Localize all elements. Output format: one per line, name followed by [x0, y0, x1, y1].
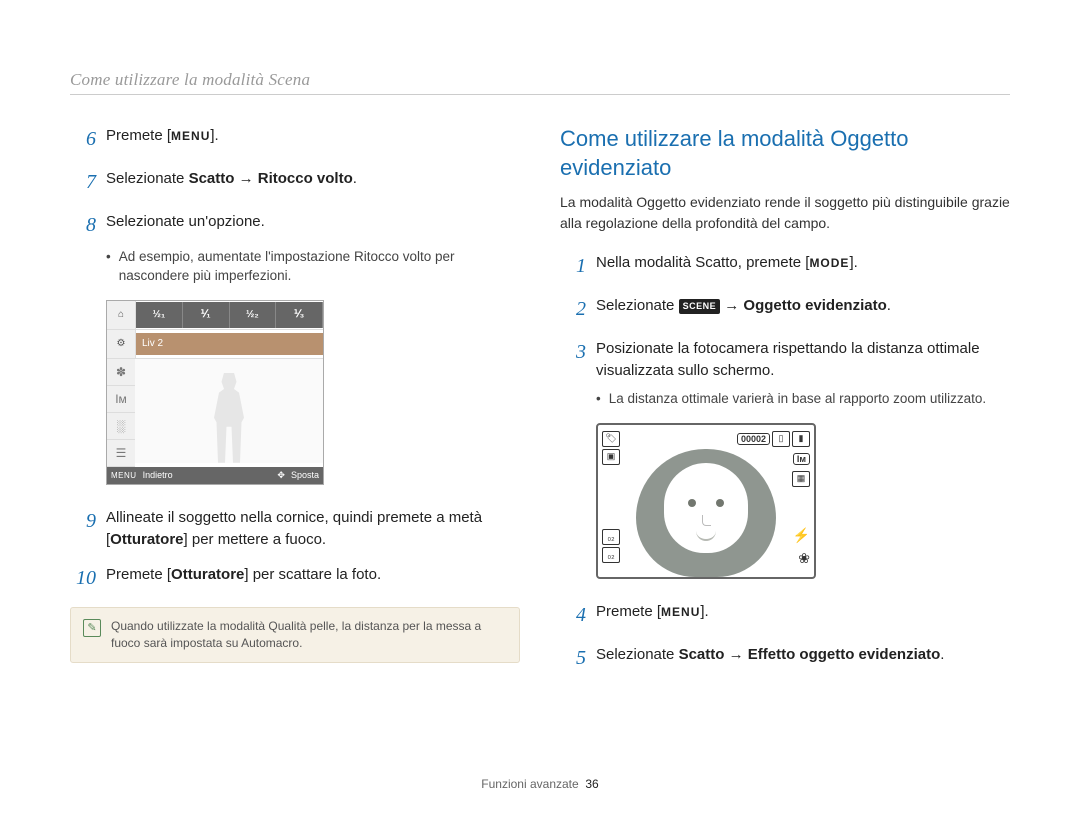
step-number: 4 [560, 601, 586, 630]
menu-icon: MENU [111, 471, 137, 480]
step-number: 6 [70, 125, 96, 154]
step-text: Nella modalità Scatto, premete [ [596, 254, 809, 271]
step-text: Premete [ [596, 603, 661, 620]
step-text: ] per mettere a fuoco. [184, 531, 327, 548]
step-7: 7 Selezionate Scatto → Ritocco volto. [70, 168, 520, 197]
side-icon: ✽ [107, 359, 135, 386]
flash-icon: ⚡ [793, 527, 810, 544]
sub-bullet: Ad esempio, aumentate l'impostazione Rit… [106, 248, 520, 286]
step-text: . [887, 297, 891, 314]
osd-icon: ₀₂ [602, 529, 620, 545]
preview-canvas [135, 359, 323, 463]
step-text: . [353, 170, 357, 187]
step-text: ] per scattare la foto. [244, 566, 381, 583]
bold-text: Effetto oggetto evidenziato [748, 646, 941, 663]
bold-text: Otturatore [171, 566, 244, 583]
side-icon: ⚙ [107, 330, 136, 358]
note-icon: ✎ [83, 619, 101, 637]
camera-ui-screenshot-retouch: ⌂ ½₁ ⅟₁ ½₂ ⅟₃ ⚙ Liv 2 ✽ Iм [106, 300, 324, 485]
step-1: 1 Nella modalità Scatto, premete [MODE]. [560, 252, 1010, 281]
osd-icon: ₀₂ [602, 547, 620, 563]
step-text: Premete [ [106, 127, 171, 144]
camera-ui-screenshot-highlight: 🏷 ▣ ₀₂ ₀₂ 00002 ▯ ▮ Iм ▦ [596, 423, 816, 579]
macro-icon: ❀ [798, 550, 810, 567]
mode-label: MODE [809, 256, 849, 270]
step-text: Posizionate la fotocamera rispettando la… [596, 338, 1010, 382]
battery-icon: ▮ [792, 431, 810, 447]
menu-label: MENU [171, 129, 210, 143]
osd-icon: ▣ [602, 449, 620, 465]
arrow: → [724, 646, 747, 663]
level-indicator: Liv 2 [136, 333, 323, 355]
person-silhouette-icon [204, 373, 254, 463]
step-number: 9 [70, 507, 96, 536]
grid-icon: ▦ [792, 471, 810, 487]
back-label: Indietro [143, 470, 173, 480]
step-6: 6 Premete [MENU]. [70, 125, 520, 154]
step-number: 8 [70, 211, 96, 240]
step-number: 1 [560, 252, 586, 281]
level-tab: ⅟₃ [276, 302, 323, 328]
left-column: 6 Premete [MENU]. 7 Selezionate Scatto →… [70, 125, 520, 687]
step-text: Selezionate [596, 646, 679, 663]
step-number: 2 [560, 295, 586, 324]
arrow: → [234, 170, 257, 187]
bold-text: Scatto [189, 170, 235, 187]
scene-chip-icon: SCENE [679, 299, 721, 314]
footer-label: Funzioni avanzate [481, 777, 578, 791]
side-icon: ☰ [107, 440, 135, 467]
sub-bullet: La distanza ottimale varierà in base al … [596, 390, 1010, 409]
section-header: Come utilizzare la modalità Scena [70, 70, 1010, 95]
step-8: 8 Selezionate un'opzione. [70, 211, 520, 240]
portrait-illustration [636, 449, 776, 577]
step-number: 5 [560, 644, 586, 673]
bold-text: Oggetto evidenziato [743, 297, 886, 314]
counter-osd: 00002 [737, 433, 770, 445]
bold-text: Ritocco volto [258, 170, 353, 187]
page-footer: Funzioni avanzate 36 [0, 777, 1080, 791]
bold-text: Otturatore [110, 531, 183, 548]
step-9: 9 Allineate il soggetto nella cornice, q… [70, 507, 520, 551]
quality-osd: Iм [793, 453, 810, 465]
step-text: ]. [849, 254, 857, 271]
sd-card-icon: ▯ [772, 431, 790, 447]
nav-icon: ✥ [277, 470, 285, 481]
level-tab: ½₂ [230, 302, 277, 328]
ui-footer: MENU Indietro ✥ Sposta [107, 467, 323, 484]
step-text: Selezionate un'opzione. [106, 211, 520, 233]
side-icon: ░ [107, 413, 135, 440]
step-number: 10 [70, 564, 96, 593]
right-column: Come utilizzare la modalità Oggetto evid… [560, 125, 1010, 687]
page-number: 36 [585, 777, 598, 791]
side-icon: Iм [107, 386, 135, 413]
step-2: 2 Selezionate SCENE → Oggetto evidenziat… [560, 295, 1010, 324]
step-3: 3 Posizionate la fotocamera rispettando … [560, 338, 1010, 382]
step-4: 4 Premete [MENU]. [560, 601, 1010, 630]
note-box: ✎ Quando utilizzate la modalità Qualità … [70, 607, 520, 663]
step-text: . [940, 646, 944, 663]
side-icon: ⌂ [107, 301, 136, 329]
step-text: ]. [210, 127, 218, 144]
step-number: 3 [560, 338, 586, 367]
level-tab: ⅟₁ [183, 302, 230, 328]
step-number: 7 [70, 168, 96, 197]
step-text: Premete [ [106, 566, 171, 583]
section-description: La modalità Oggetto evidenziato rende il… [560, 192, 1010, 234]
note-text: Quando utilizzate la modalità Qualità pe… [111, 618, 507, 652]
bold-text: Scatto [679, 646, 725, 663]
move-label: Sposta [291, 470, 319, 480]
step-text: ]. [700, 603, 708, 620]
menu-label: MENU [661, 605, 700, 619]
osd-icon: 🏷 [602, 431, 620, 447]
step-text: Selezionate [106, 170, 189, 187]
step-10: 10 Premete [Otturatore] per scattare la … [70, 564, 520, 593]
step-text: Selezionate [596, 297, 679, 314]
section-title: Come utilizzare la modalità Oggetto evid… [560, 125, 1010, 182]
arrow: → [720, 297, 743, 314]
step-5: 5 Selezionate Scatto → Effetto oggetto e… [560, 644, 1010, 673]
level-tab: ½₁ [136, 302, 183, 328]
